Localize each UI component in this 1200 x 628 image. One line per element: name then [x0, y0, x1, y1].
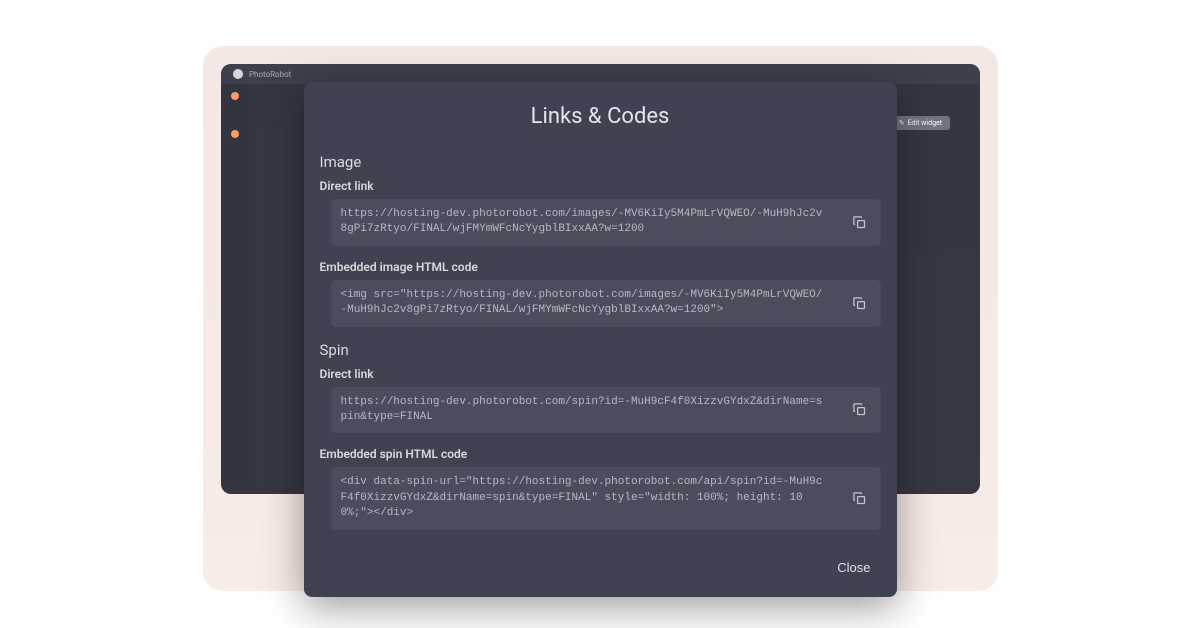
spin-section: Spin Direct link https://hosting-dev.pho…	[320, 341, 881, 530]
image-section: Image Direct link https://hosting-dev.ph…	[320, 153, 881, 327]
copy-icon	[852, 296, 867, 311]
code-value-image-direct[interactable]: https://hosting-dev.photorobot.com/image…	[331, 199, 839, 246]
copy-icon	[852, 491, 867, 506]
copy-icon	[852, 402, 867, 417]
field-label-spin-direct: Direct link	[320, 367, 881, 381]
code-field-image-embed: <img src="https://hosting-dev.photorobot…	[331, 280, 881, 327]
field-label-spin-embed: Embedded spin HTML code	[320, 447, 881, 461]
modal-footer: Close	[320, 554, 881, 581]
copy-button-image-direct[interactable]	[845, 207, 875, 237]
section-title-image: Image	[320, 153, 881, 171]
modal-title: Links & Codes	[320, 104, 881, 129]
code-value-spin-direct[interactable]: https://hosting-dev.photorobot.com/spin?…	[331, 387, 839, 434]
links-codes-modal: Links & Codes Image Direct link https://…	[304, 82, 897, 597]
copy-button-image-embed[interactable]	[845, 288, 875, 318]
copy-button-spin-embed[interactable]	[845, 483, 875, 513]
copy-icon	[852, 215, 867, 230]
modal-overlay: Links & Codes Image Direct link https://…	[0, 0, 1200, 628]
code-field-spin-embed: <div data-spin-url="https://hosting-dev.…	[331, 467, 881, 529]
code-field-image-direct: https://hosting-dev.photorobot.com/image…	[331, 199, 881, 246]
field-label-image-direct: Direct link	[320, 179, 881, 193]
section-title-spin: Spin	[320, 341, 881, 359]
copy-button-spin-direct[interactable]	[845, 395, 875, 425]
field-label-image-embed: Embedded image HTML code	[320, 260, 881, 274]
close-button[interactable]: Close	[827, 554, 880, 581]
code-value-spin-embed[interactable]: <div data-spin-url="https://hosting-dev.…	[331, 467, 839, 529]
code-value-image-embed[interactable]: <img src="https://hosting-dev.photorobot…	[331, 280, 839, 327]
code-field-spin-direct: https://hosting-dev.photorobot.com/spin?…	[331, 387, 881, 434]
